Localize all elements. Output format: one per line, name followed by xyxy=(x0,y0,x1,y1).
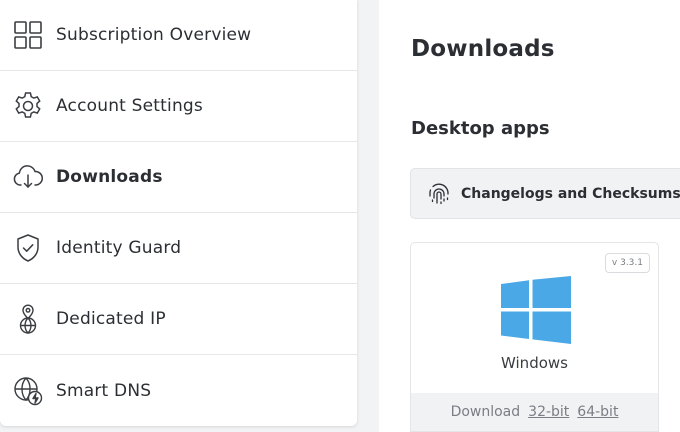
sidebar-item-downloads[interactable]: Downloads xyxy=(0,142,357,213)
app-name: Windows xyxy=(501,354,568,372)
download-label: Download xyxy=(450,404,521,420)
cloud-download-icon xyxy=(12,161,44,193)
sidebar: Subscription Overview Account Settings D… xyxy=(0,0,357,426)
sidebar-item-label: Dedicated IP xyxy=(56,309,166,329)
sidebar-item-label: Account Settings xyxy=(56,96,203,116)
version-badge: v 3.3.1 xyxy=(604,253,650,273)
download-32-bit-link[interactable]: 32-bit xyxy=(528,404,569,420)
fingerprint-icon xyxy=(427,182,451,206)
changelogs-checksums-button[interactable]: Changelogs and Checksums xyxy=(410,168,680,219)
sidebar-item-subscription-overview[interactable]: Subscription Overview xyxy=(0,0,357,71)
sidebar-item-label: Smart DNS xyxy=(56,380,152,401)
section-title: Desktop apps xyxy=(411,118,550,139)
shield-check-icon xyxy=(12,232,44,264)
sidebar-item-identity-guard[interactable]: Identity Guard xyxy=(0,213,357,284)
sidebar-item-label: Subscription Overview xyxy=(56,25,252,45)
main-content: Downloads Desktop apps Changelogs and Ch… xyxy=(379,0,680,432)
changelogs-checksums-label: Changelogs and Checksums xyxy=(461,185,680,202)
sidebar-item-label: Identity Guard xyxy=(56,238,182,258)
gear-icon xyxy=(12,90,44,122)
windows-logo-icon xyxy=(501,276,571,348)
sidebar-item-dedicated-ip[interactable]: Dedicated IP xyxy=(0,284,357,355)
page-title: Downloads xyxy=(411,36,555,62)
windows-app-card: v 3.3.1 Windows Download 32-bit 64-bit xyxy=(410,242,659,432)
download-bar: Download 32-bit 64-bit xyxy=(411,393,658,431)
globe-bolt-icon xyxy=(12,375,44,407)
sidebar-item-label: Downloads xyxy=(56,167,163,187)
grid-icon xyxy=(12,19,44,51)
download-64-bit-link[interactable]: 64-bit xyxy=(577,404,618,420)
sidebar-item-account-settings[interactable]: Account Settings xyxy=(0,71,357,142)
location-globe-icon xyxy=(12,303,44,335)
sidebar-item-smart-dns[interactable]: Smart DNS xyxy=(0,355,357,426)
